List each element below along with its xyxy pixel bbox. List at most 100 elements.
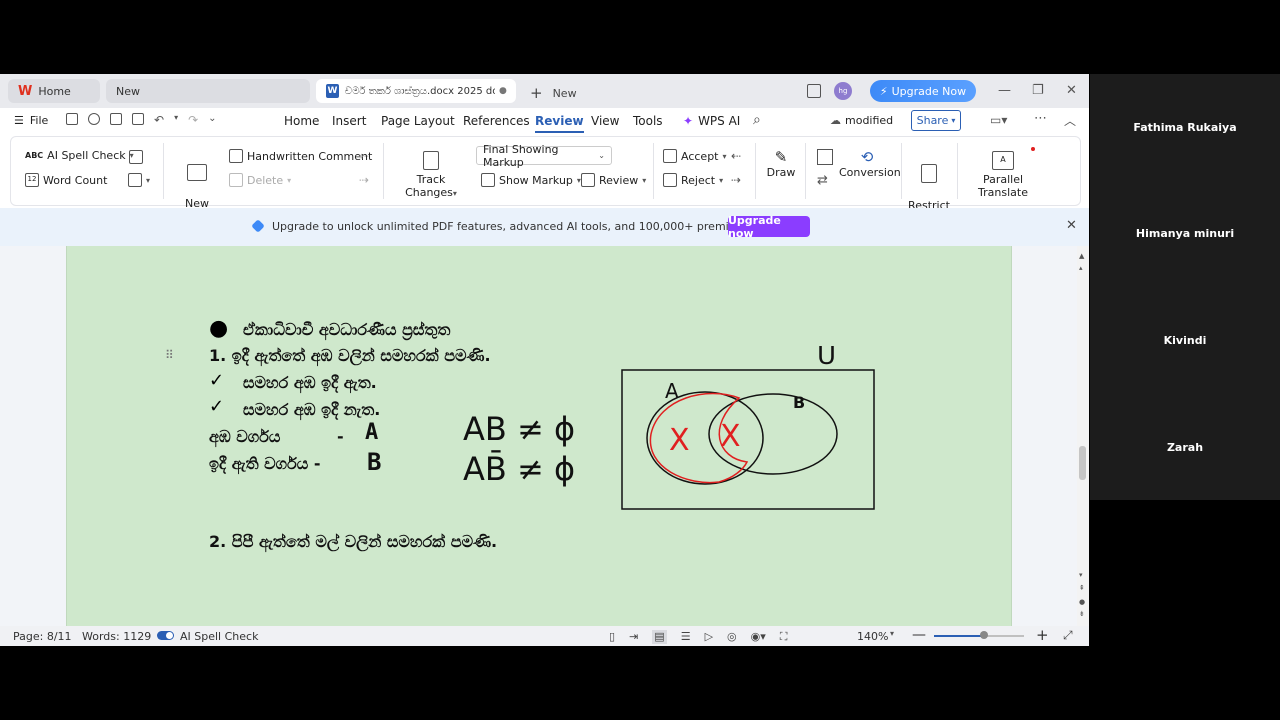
previous-page-icon[interactable]: ⇞: [1079, 584, 1085, 592]
draw-button[interactable]: ✎ Draw: [761, 150, 801, 180]
previous-change-icon[interactable]: ⇠: [731, 149, 741, 163]
vertical-scrollbar[interactable]: ▲ ▴ ▾ ⇞ ● ⇟: [1077, 246, 1089, 626]
class-b-label: ඉදී ඇති වර්ගය -: [209, 454, 321, 473]
fit-window-icon[interactable]: ⛶: [780, 630, 788, 644]
redo-icon[interactable]: ↷: [188, 113, 198, 127]
upgrade-now-button[interactable]: ⚡ Upgrade Now: [870, 80, 976, 102]
delete-label: Delete: [247, 173, 284, 187]
word-count-label: Word Count: [43, 173, 108, 187]
menu-review[interactable]: Review: [535, 114, 584, 133]
zoom-level[interactable]: 140%: [857, 630, 888, 643]
close-banner-icon[interactable]: ✕: [1066, 218, 1077, 233]
tab-home[interactable]: W Home: [8, 79, 100, 103]
next-comment-icon[interactable]: ⇢: [359, 173, 369, 187]
reading-mode-icon[interactable]: ▯: [609, 630, 615, 644]
zoom-dropdown-icon[interactable]: ▾: [890, 629, 894, 638]
menu-references[interactable]: References: [463, 114, 530, 128]
print-preview-icon[interactable]: [132, 113, 144, 125]
tab-new-label: New: [116, 84, 140, 98]
review-pane-button[interactable]: Review ▾: [581, 173, 646, 187]
restore-icon[interactable]: ❐: [1032, 83, 1044, 98]
venn-label-a: A: [665, 379, 679, 403]
new-tab-button[interactable]: + New: [530, 84, 577, 102]
select-browse-object-icon[interactable]: ●: [1079, 598, 1085, 606]
translate-icon: [128, 173, 142, 187]
venn-x-left: X: [669, 423, 690, 458]
delete-comment-button[interactable]: Delete ▾: [229, 173, 291, 187]
page-view-icon[interactable]: ▤: [652, 630, 667, 644]
next-page-icon[interactable]: ⇟: [1079, 610, 1085, 618]
item2-text: 2. පිපී ඇත්තේ මල් වලින් සමහරක් පමණි.: [209, 532, 498, 551]
accept-button[interactable]: Accept ▾: [663, 149, 727, 163]
word-count-status[interactable]: Words: 1129: [82, 630, 151, 643]
quick-access-more-icon[interactable]: ⌄: [208, 113, 216, 127]
markup-display-select[interactable]: Final Showing Markup ⌄: [476, 143, 612, 169]
handwritten-formula-2: AB̄ ≠ ϕ: [463, 450, 576, 488]
menu-page-layout[interactable]: Page Layout: [381, 114, 455, 128]
translate-dropdown[interactable]: ▾: [128, 173, 150, 187]
scroll-up-top-icon[interactable]: ▲: [1079, 252, 1084, 260]
document-page[interactable]: ● ඒකාධිවාචී අවධාරණීය ප්‍රස්තුත ⠿ 1. ඉදී …: [66, 246, 1012, 626]
thesaurus-icon[interactable]: [129, 150, 143, 164]
search-icon[interactable]: ⌕: [753, 112, 761, 128]
outline-view-icon[interactable]: ⇥: [629, 630, 638, 644]
wps-logo-icon: W: [18, 83, 33, 99]
share-button[interactable]: Share ▾: [911, 110, 961, 131]
tab-document[interactable]: W චර්ම තර්ක ශාස්ත්‍රය.docx 2025 doc ●: [316, 79, 516, 103]
wps-ai-label: WPS AI: [698, 114, 741, 128]
menu-tools[interactable]: Tools: [633, 114, 663, 128]
simplified-traditional-icon[interactable]: [817, 149, 833, 165]
upgrade-now-banner-button[interactable]: Upgrade now: [728, 214, 810, 240]
chinese-convert-icon[interactable]: ⇄: [817, 173, 828, 188]
export-icon[interactable]: [88, 113, 100, 125]
reject-icon: [663, 173, 677, 187]
spell-check-toggle[interactable]: [157, 631, 174, 640]
reject-button[interactable]: Reject ▾: [663, 173, 723, 187]
zoom-in-icon[interactable]: +: [1036, 626, 1049, 644]
scroll-up-icon[interactable]: ▴: [1079, 264, 1083, 272]
page-indicator[interactable]: Page: 8/11: [13, 630, 72, 643]
zoom-out-icon[interactable]: —: [912, 627, 926, 643]
venn-diagram: X X A B U: [621, 346, 875, 510]
next-change-icon[interactable]: ⇢: [731, 173, 741, 187]
word-count-button[interactable]: 12 Word Count: [25, 173, 107, 187]
list-view-icon[interactable]: ☰: [681, 630, 691, 644]
avatar[interactable]: hg: [834, 82, 852, 100]
menu-view[interactable]: View: [591, 114, 619, 128]
show-markup-button[interactable]: Show Markup ▾: [481, 173, 581, 187]
file-menu[interactable]: ☰ File: [14, 114, 48, 127]
unsaved-dot-icon: ●: [499, 86, 507, 96]
minimize-icon[interactable]: —: [998, 83, 1011, 98]
conversion-button[interactable]: ⟲ Conversion: [839, 150, 901, 180]
menu-insert[interactable]: Insert: [332, 114, 366, 128]
parallel-translate-button[interactable]: A Parallel Translate: [963, 151, 1043, 199]
window-list-icon[interactable]: [807, 84, 821, 98]
scrollbar-thumb[interactable]: [1079, 446, 1086, 480]
ai-spell-check-button[interactable]: ABC AI Spell Check ▾: [25, 149, 134, 162]
track-changes-button[interactable]: Track Changes▾: [391, 151, 471, 200]
show-markup-icon: [481, 173, 495, 187]
layout-toggle-icon[interactable]: ▭▾: [990, 113, 1007, 127]
checkmark-icon: ✓: [209, 370, 225, 391]
play-icon[interactable]: ▷: [705, 630, 713, 644]
checkmark-icon: ✓: [209, 396, 225, 417]
wps-ai-menu[interactable]: ✦ WPS AI: [683, 114, 740, 128]
zoom-slider[interactable]: [934, 631, 1024, 639]
scroll-down-icon[interactable]: ▾: [1079, 571, 1083, 579]
eye-protection-icon[interactable]: ◉▾: [751, 630, 766, 644]
document-area[interactable]: ● ඒකාධිවාචී අවධාරණීය ප්‍රස්තුත ⠿ 1. ඉදී …: [0, 246, 1089, 626]
collapse-ribbon-icon[interactable]: ︿: [1064, 112, 1076, 129]
fullscreen-icon[interactable]: ⤢: [1063, 628, 1073, 643]
drag-handle-icon[interactable]: ⠿: [165, 348, 174, 362]
previous-comment-icon[interactable]: ⇠: [359, 149, 369, 163]
undo-icon[interactable]: ↶: [154, 113, 164, 127]
menu-home[interactable]: Home: [284, 114, 319, 128]
handwritten-comment-button[interactable]: Handwritten Comment: [229, 149, 372, 163]
tab-new[interactable]: New: [106, 79, 310, 103]
close-window-icon[interactable]: ✕: [1066, 83, 1077, 98]
cloud-status[interactable]: ☁ modified: [830, 114, 893, 127]
web-layout-icon[interactable]: ◎: [727, 630, 737, 644]
print-icon[interactable]: [110, 113, 122, 125]
more-options-icon[interactable]: ⋯: [1034, 111, 1047, 126]
save-icon[interactable]: [66, 113, 78, 125]
